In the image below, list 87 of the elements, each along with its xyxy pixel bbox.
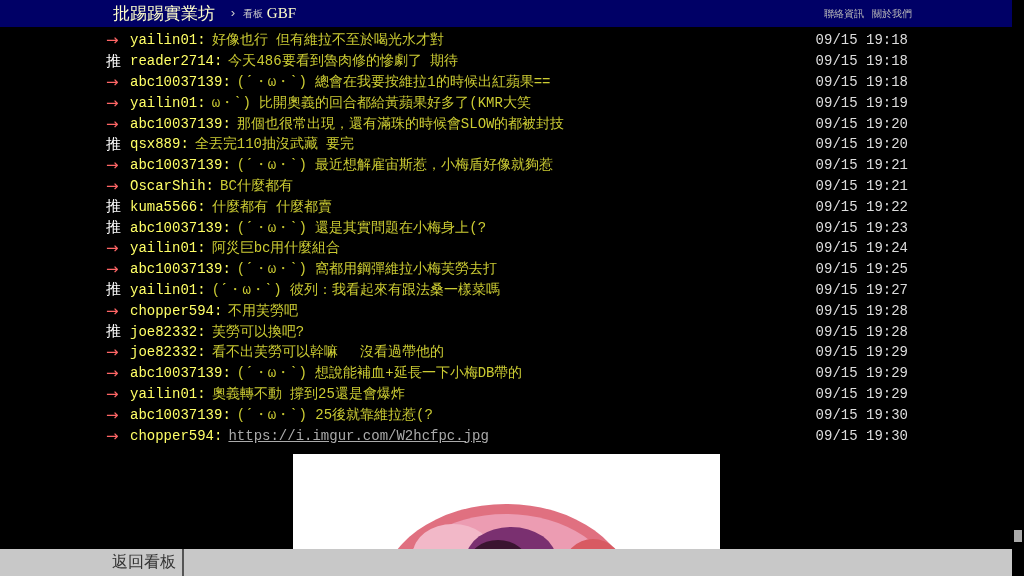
- push-time: 09/15 19:25: [815, 261, 908, 278]
- push-tag: →: [106, 301, 130, 320]
- push-tag: 推: [106, 280, 130, 300]
- push-user: abc10037139:: [130, 365, 231, 382]
- push-tag: →: [106, 343, 130, 362]
- push-time: 09/15 19:20: [815, 115, 908, 132]
- push-user: abc10037139:: [130, 74, 231, 90]
- push-tag: →: [106, 156, 130, 175]
- push-content: 阿災巨bc用什麼組合: [211, 239, 341, 258]
- push-tag: →: [106, 260, 130, 279]
- push-tag: →: [106, 176, 130, 195]
- push-user: abc10037139:: [130, 219, 231, 236]
- push-content: 那個也很常出現，還有滿珠的時候會SLOW的都被封技: [236, 114, 565, 133]
- push-user: abc10037139:: [130, 115, 231, 132]
- push-time: 09/15 19:18: [815, 32, 908, 49]
- push-content: (ˊ・ω・ˋ) 窩都用鋼彈維拉小梅芙勞去打: [236, 260, 498, 279]
- push-content: 不用芙勞吧: [228, 301, 299, 320]
- push-content: 今天486要看到魯肉修的慘劇了 期待: [228, 52, 459, 71]
- push-user: reader2714:: [130, 53, 223, 70]
- push-content: 好像也行 但有維拉不至於喝光水才對: [211, 31, 445, 50]
- push-content: (ˊ・ω・ˋ) 總會在我要按維拉1的時候出紅蘋果==: [236, 73, 551, 91]
- push-user: abc10037139:: [130, 406, 231, 423]
- push-user: qsx889:: [130, 136, 189, 153]
- push-time: 09/15 19:22: [815, 198, 908, 215]
- push-content: 什麼都有 什麼都賣: [211, 197, 333, 216]
- push-tag: →: [106, 384, 130, 403]
- push-tag: 推: [106, 218, 130, 238]
- push-user: yailin01:: [130, 240, 206, 257]
- push-time: 09/15 19:29: [815, 385, 908, 402]
- push-time: 09/15 19:19: [815, 94, 908, 111]
- push-tag: →: [106, 31, 130, 50]
- push-tag: 推: [106, 51, 130, 71]
- push-time: 09/15 19:29: [815, 365, 908, 382]
- push-time: 09/15 19:21: [815, 157, 908, 174]
- board-link[interactable]: GBF: [266, 5, 296, 22]
- push-time: 09/15 19:21: [815, 177, 908, 194]
- push-tag: →: [106, 73, 130, 91]
- push-time: 09/15 19:29: [815, 344, 908, 361]
- back-to-board-link[interactable]: 返回看板: [106, 549, 184, 576]
- header-link[interactable]: 聯絡資訊: [824, 6, 864, 21]
- push-user: kuma5566:: [130, 198, 206, 215]
- push-user: joe82332:: [130, 323, 206, 340]
- push-user: yailin01:: [130, 385, 206, 402]
- push-time: 09/15 19:18: [815, 53, 908, 70]
- push-user: yailin01:: [130, 281, 206, 298]
- header-link[interactable]: 關於我們: [872, 6, 912, 21]
- push-content: (ˊ・ω・ˋ) 最近想解雇宙斯惹，小梅盾好像就夠惹: [236, 156, 554, 175]
- push-time: 09/15 19:27: [815, 281, 908, 298]
- push-user: chopper594:: [130, 427, 223, 444]
- push-tag: →: [106, 114, 130, 133]
- push-tag: →: [106, 405, 130, 424]
- push-content: 奧義轉不動 撐到25還是會爆炸: [211, 384, 405, 403]
- push-content: (ˊ・ω・ˋ) 25後就靠維拉惹(?: [236, 405, 433, 424]
- push-content: (ˊ・ω・ˋ) 還是其實問題在小梅身上(?: [236, 218, 487, 237]
- push-time: 09/15 19:24: [815, 240, 908, 257]
- push-content: 全丟完110抽沒武藏 要完: [194, 135, 355, 154]
- push-time: 09/15 19:30: [815, 427, 908, 444]
- push-time: 09/15 19:28: [815, 323, 908, 340]
- push-time: 09/15 19:18: [815, 74, 908, 90]
- push-user: abc10037139:: [130, 157, 231, 174]
- push-content: 芙勞可以換吧?: [211, 322, 305, 341]
- push-time: 09/15 19:30: [815, 406, 908, 423]
- push-time: 09/15 19:28: [815, 302, 908, 319]
- push-user: yailin01:: [130, 32, 206, 49]
- push-content: 看不出芙勞可以幹嘛 沒看過帶他的: [211, 343, 445, 362]
- push-time: 09/15 19:23: [815, 219, 908, 236]
- push-user: chopper594:: [130, 302, 223, 319]
- push-tag: 推: [106, 134, 130, 154]
- board-label: 看板: [242, 7, 263, 21]
- push-user: joe82332:: [130, 344, 206, 361]
- site-logo-link[interactable]: 批踢踢實業坊: [113, 2, 215, 25]
- push-time: 09/15 19:20: [815, 136, 908, 153]
- push-user: OscarShih:: [130, 177, 214, 194]
- push-tag: 推: [106, 322, 130, 342]
- breadcrumb-separator: ›: [229, 6, 237, 21]
- push-content: BC什麼都有: [220, 176, 293, 195]
- push-content: (ˊ・ω・ˋ) 彼列：我看起來有跟法桑一樣菜嗎: [211, 280, 501, 299]
- push-tag: →: [106, 239, 130, 258]
- push-tag: 推: [106, 197, 130, 217]
- push-content: (ˊ・ω・ˋ) 想說能補血+延長一下小梅DB帶的: [236, 364, 523, 383]
- push-user: yailin01:: [130, 94, 206, 111]
- push-tag: →: [106, 364, 130, 383]
- push-link[interactable]: https://i.imgur.com/W2hcfpc.jpg: [228, 427, 489, 444]
- push-user: abc10037139:: [130, 261, 231, 278]
- push-tag: →: [106, 93, 130, 112]
- push-content: ω・ˋ) 比開奧義的回合都給黃蘋果好多了(KMR大笑: [211, 93, 531, 112]
- push-tag: →: [106, 426, 130, 445]
